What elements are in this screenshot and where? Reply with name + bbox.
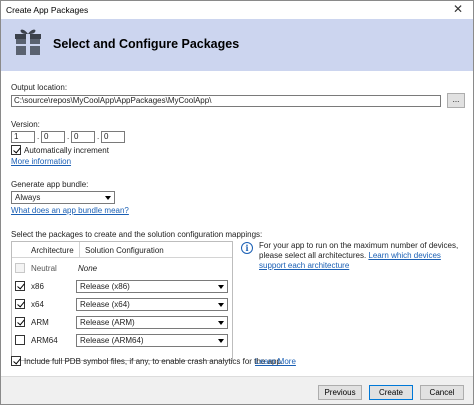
version-minor-input[interactable]: 0	[41, 131, 65, 143]
chevron-down-icon	[218, 321, 224, 325]
row-checkbox[interactable]	[15, 299, 25, 309]
version-build-input[interactable]: 0	[71, 131, 95, 143]
cancel-button[interactable]: Cancel	[420, 385, 464, 400]
packages-label: Select the packages to create and the so…	[11, 230, 263, 239]
version-separator: .	[67, 132, 70, 141]
output-location-input[interactable]: C:\source\repos\MyCoolApp\AppPackages\My…	[11, 95, 441, 107]
table-row-x86: x86 Release (x86)	[12, 277, 232, 295]
packages-table: Architecture Solution Configuration Neut…	[11, 241, 233, 361]
pdb-checkbox[interactable]	[11, 356, 21, 366]
row-checkbox[interactable]	[15, 335, 25, 345]
auto-increment-label: Automatically increment	[24, 146, 109, 155]
row-config-value: Release (ARM64)	[80, 336, 144, 345]
row-config-value: Release (ARM)	[80, 318, 135, 327]
pdb-label: Include full PDB symbol files, if any, t…	[24, 357, 284, 366]
auto-increment-checkbox[interactable]	[11, 145, 21, 155]
more-information-link[interactable]: More information	[11, 157, 71, 166]
chevron-down-icon	[218, 285, 224, 289]
create-app-packages-window: Create App Packages ✕ Select and Configu…	[0, 0, 474, 405]
table-row-neutral: Neutral None	[12, 259, 232, 277]
window-title: Create App Packages	[6, 5, 89, 15]
row-arch-name: Neutral	[31, 264, 57, 273]
table-row-arm64: ARM64 Release (ARM64)	[12, 331, 232, 349]
row-arch-name: ARM	[31, 318, 49, 327]
row-arch-name: ARM64	[31, 336, 58, 345]
chevron-down-icon	[105, 196, 111, 200]
architecture-info: i For your app to run on the maximum num…	[241, 241, 467, 281]
version-separator: .	[97, 132, 100, 141]
dialog-content: Output location: C:\source\repos\MyCoolA…	[1, 71, 473, 376]
row-checkbox[interactable]	[15, 317, 25, 327]
chevron-down-icon	[218, 339, 224, 343]
bundle-selected-value: Always	[15, 193, 41, 202]
column-header-configuration: Solution Configuration	[85, 246, 164, 255]
generate-bundle-label: Generate app bundle:	[11, 180, 89, 189]
dialog-header: Select and Configure Packages	[1, 19, 473, 71]
row-checkbox[interactable]	[15, 281, 25, 291]
row-config-dropdown[interactable]: Release (x64)	[76, 298, 228, 311]
page-title: Select and Configure Packages	[53, 37, 240, 51]
pdb-learn-more-link[interactable]: Learn More	[255, 357, 296, 366]
bundle-dropdown[interactable]: Always	[11, 191, 115, 204]
row-config-dropdown[interactable]: Release (ARM)	[76, 316, 228, 329]
create-button[interactable]: Create	[369, 385, 413, 400]
row-config-dropdown[interactable]: Release (x86)	[76, 280, 228, 293]
row-checkbox[interactable]	[15, 263, 25, 273]
title-bar: Create App Packages ✕	[1, 1, 473, 19]
table-row-x64: x64 Release (x64)	[12, 295, 232, 313]
version-separator: .	[37, 132, 40, 141]
row-arch-name: x86	[31, 282, 44, 291]
chevron-down-icon	[218, 303, 224, 307]
version-major-input[interactable]: 1	[11, 131, 35, 143]
output-location-label: Output location:	[11, 83, 68, 92]
version-revision-input[interactable]: 0	[101, 131, 125, 143]
previous-button[interactable]: Previous	[318, 385, 362, 400]
package-icon	[15, 29, 41, 55]
row-config-value: Release (x86)	[80, 282, 130, 291]
dialog-footer: Previous Create Cancel	[1, 376, 473, 404]
info-icon: i	[241, 242, 253, 254]
row-config-value: None	[78, 264, 98, 273]
close-icon[interactable]: ✕	[443, 1, 473, 19]
table-row-arm: ARM Release (ARM)	[12, 313, 232, 331]
row-config-value: Release (x64)	[80, 300, 130, 309]
table-header: Architecture Solution Configuration	[12, 242, 232, 258]
column-header-architecture: Architecture	[31, 246, 74, 255]
browse-button[interactable]: ...	[447, 93, 465, 108]
row-arch-name: x64	[31, 300, 44, 309]
bundle-help-link[interactable]: What does an app bundle mean?	[11, 206, 129, 215]
column-divider	[79, 242, 80, 258]
version-label: Version:	[11, 120, 40, 129]
info-message: For your app to run on the maximum numbe…	[259, 241, 467, 271]
row-config-dropdown[interactable]: Release (ARM64)	[76, 334, 228, 347]
